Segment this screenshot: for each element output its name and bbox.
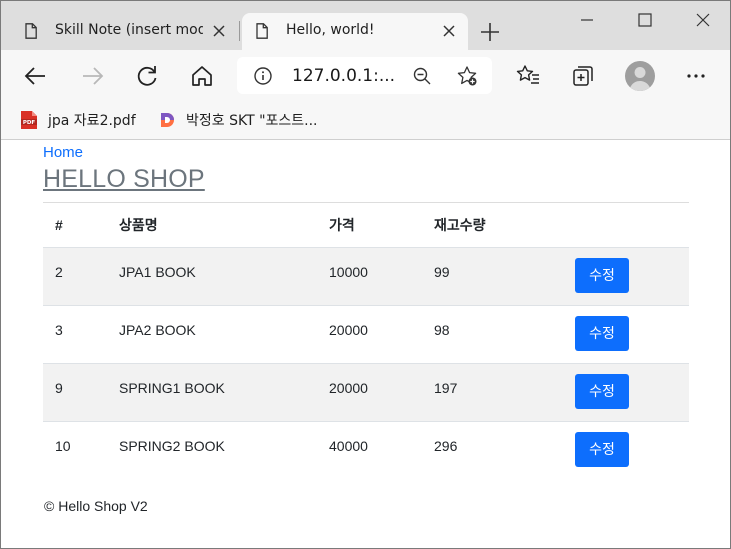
forward-arrow-icon[interactable]: [79, 63, 105, 89]
tab-strip: Skill Note (insert mode Hello, world!: [1, 1, 730, 50]
cell-action: 수정: [560, 247, 689, 306]
favorites-icon[interactable]: [515, 63, 541, 89]
bookmark-label: 박정호 SKT "포스트...: [186, 113, 318, 129]
cell-price: 10000: [317, 247, 422, 306]
edit-button[interactable]: 수정: [575, 431, 629, 467]
cell-stock: 99: [422, 247, 560, 306]
close-icon[interactable]: [440, 22, 458, 40]
browser-window: Skill Note (insert mode Hello, world! 12…: [0, 0, 731, 549]
d-app-icon: [161, 113, 174, 127]
cell-name: SPRING1 BOOK: [107, 363, 317, 422]
home-icon[interactable]: [189, 63, 215, 89]
tab-title: Skill Note (insert mode: [55, 22, 203, 38]
address-bar[interactable]: 127.0.0.1:...: [237, 57, 492, 94]
edit-button[interactable]: 수정: [575, 373, 629, 409]
pdf-icon: PDF: [21, 111, 37, 129]
zoom-out-icon[interactable]: [412, 66, 432, 86]
cell-action: 수정: [560, 421, 689, 479]
info-icon[interactable]: [253, 66, 273, 86]
cell-action: 수정: [560, 305, 689, 364]
column-header-price: 가격: [317, 203, 422, 248]
profile-avatar[interactable]: [625, 61, 655, 91]
svg-text:PDF: PDF: [23, 120, 36, 126]
cell-stock: 296: [434, 437, 458, 454]
cell-id: 10: [55, 437, 71, 454]
edit-button[interactable]: 수정: [575, 257, 629, 293]
cell-id: 9: [43, 363, 107, 422]
table-row: 3 JPA2 BOOK 20000 98 수정: [43, 305, 689, 364]
close-icon[interactable]: [210, 22, 228, 40]
tab-divider: [239, 21, 240, 41]
table-row: 10 SPRING2 BOOK 40000 296 수정: [43, 421, 689, 479]
add-favorite-icon[interactable]: [456, 65, 478, 87]
minimize-icon[interactable]: [576, 9, 598, 31]
tab-skill-note[interactable]: Skill Note (insert mode: [11, 13, 238, 50]
close-window-icon[interactable]: [692, 9, 714, 31]
edit-button[interactable]: 수정: [575, 315, 629, 351]
cell-name: JPA1 BOOK: [107, 247, 317, 306]
cell-price: 40000: [329, 437, 368, 454]
browser-toolbar: 127.0.0.1:...: [1, 50, 730, 102]
column-header-stock: 재고수량: [422, 203, 560, 248]
tab-title: Hello, world!: [286, 22, 375, 38]
cell-id: 2: [43, 247, 107, 306]
person-icon: [629, 67, 651, 91]
bookmark-post[interactable]: 박정호 SKT "포스트...: [158, 109, 318, 131]
new-tab-icon[interactable]: [479, 21, 501, 43]
column-header-id: #: [43, 203, 107, 248]
cell-name: SPRING2 BOOK: [119, 437, 225, 454]
table-row: 2 JPA1 BOOK 10000 99 수정: [43, 247, 689, 306]
column-header-action: [560, 203, 689, 248]
table-header-row: # 상품명 가격 재고수량: [43, 203, 689, 248]
items-table: # 상품명 가격 재고수량 2 JPA1 BOOK 10000 99 수정 3: [43, 203, 689, 479]
footer-text: © Hello Shop V2: [44, 498, 148, 514]
page-title-link[interactable]: HELLO SHOP: [43, 165, 205, 194]
column-header-name: 상품명: [107, 203, 317, 248]
breadcrumb-home-link[interactable]: Home: [43, 144, 83, 161]
bookmarks-bar: PDF jpa 자료2.pdf 박정호 SKT "포스트...: [1, 102, 730, 140]
cell-price: 20000: [317, 305, 422, 364]
cell-name: JPA2 BOOK: [107, 305, 317, 364]
back-arrow-icon[interactable]: [23, 63, 49, 89]
page-icon: [25, 23, 37, 39]
refresh-icon[interactable]: [134, 63, 160, 89]
cell-price: 20000: [317, 363, 422, 422]
cell-id: 3: [43, 305, 107, 364]
more-options-icon[interactable]: [683, 63, 709, 89]
maximize-icon[interactable]: [634, 9, 656, 31]
page-icon: [256, 23, 268, 39]
bookmark-jpa-pdf[interactable]: PDF jpa 자료2.pdf: [20, 109, 136, 131]
bookmark-label: jpa 자료2.pdf: [48, 113, 136, 129]
cell-action: 수정: [560, 363, 689, 422]
cell-stock: 98: [422, 305, 560, 364]
table-row: 9 SPRING1 BOOK 20000 197 수정: [43, 363, 689, 422]
page-content: Home HELLO SHOP # 상품명 가격 재고수량 2 JPA1 BOO…: [1, 140, 730, 548]
tab-hello-world[interactable]: Hello, world!: [242, 13, 468, 50]
address-text[interactable]: 127.0.0.1:...: [292, 66, 395, 86]
cell-stock: 197: [422, 363, 560, 422]
collections-icon[interactable]: [570, 63, 596, 89]
